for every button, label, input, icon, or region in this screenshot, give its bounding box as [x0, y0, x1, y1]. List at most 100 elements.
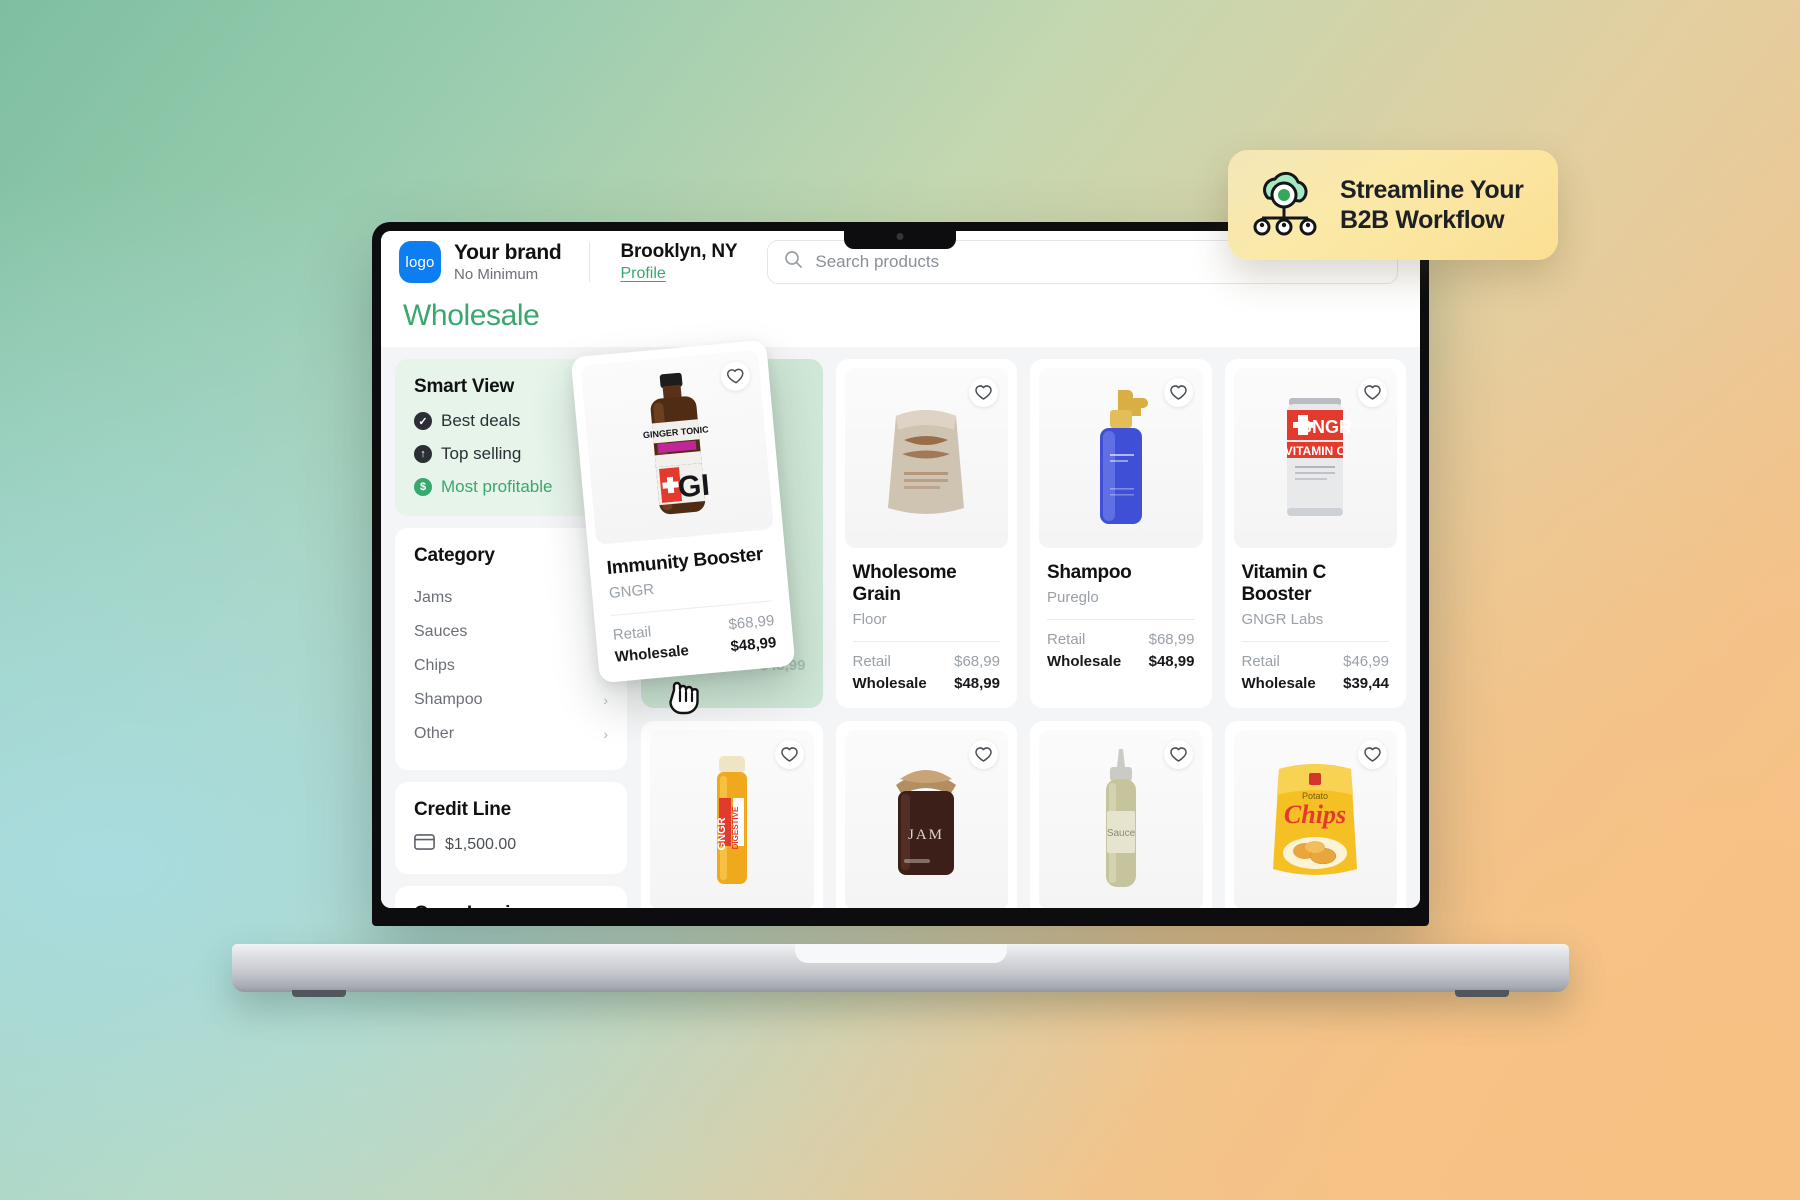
svg-text:Sauce: Sauce — [1107, 828, 1136, 839]
floating-promo-badge: Streamline Your B2B Workflow — [1228, 150, 1558, 260]
product-name: Vitamin C Booster — [1241, 562, 1327, 605]
svg-text:GNGR: GNGR — [716, 817, 728, 850]
location-name: Brooklyn, NY — [620, 241, 738, 262]
wholesale-label: Wholesale — [614, 642, 690, 666]
dragged-product-card[interactable]: GINGER TONIC GI Immunity Booster GNGR Re… — [570, 339, 796, 684]
brand-logo: logo — [399, 241, 441, 283]
heart-icon[interactable] — [969, 740, 998, 769]
page-title: Wholesale — [403, 299, 540, 332]
retail-label: Retail — [852, 653, 891, 670]
heart-icon[interactable] — [1163, 740, 1193, 769]
product-brand: GNGR Labs — [1241, 611, 1324, 628]
check-badge-icon: ✓ — [414, 412, 432, 430]
credit-line-title: Credit Line — [414, 799, 512, 820]
category-label: Chips — [414, 657, 455, 674]
smart-item-label: Top selling — [441, 444, 522, 463]
smart-item-most-profitable[interactable]: $ Most profitable — [414, 477, 608, 497]
cloud-network-icon — [1250, 168, 1322, 243]
app-window: logo Your brand No Minimum Brooklyn, NY … — [381, 231, 1420, 908]
wholesale-value: $48,99 — [1148, 653, 1195, 670]
credit-line-row: $1,500.00 — [414, 834, 608, 855]
product-image: Sauce — [1039, 730, 1203, 908]
retail-label: Retail — [1241, 653, 1280, 670]
svg-text:GNGR: GNGR — [1298, 417, 1352, 437]
brand-name: Your brand — [454, 241, 562, 264]
category-item-jams[interactable]: Jams › — [414, 581, 608, 615]
smart-item-label: Most profitable — [441, 477, 553, 496]
heart-icon[interactable] — [969, 378, 998, 407]
svg-text:JAM: JAM — [908, 827, 944, 843]
category-label: Shampoo — [414, 691, 483, 708]
product-image: Potato Chips — [1233, 730, 1397, 908]
category-list: Jams › Sauces › Chips › — [414, 581, 608, 751]
category-label: Other — [414, 725, 455, 742]
arrow-up-badge-icon: ↑ — [414, 445, 432, 463]
retail-value: $68,99 — [1148, 631, 1195, 648]
retail-value: $46,99 — [1343, 653, 1389, 670]
product-info: Wholesome Grain Floor Retail $68,99 Whole… — [845, 548, 1009, 708]
heart-icon[interactable] — [1163, 378, 1193, 407]
category-label: Sauces — [414, 623, 468, 640]
category-item-shampoo[interactable]: Shampoo › — [414, 683, 608, 717]
scene: logo Your brand No Minimum Brooklyn, NY … — [0, 0, 1800, 1200]
product-card-sauce[interactable]: Sauce — [1030, 721, 1212, 908]
brand-subtitle: No Minimum — [454, 266, 539, 283]
product-card-jam[interactable]: JAM — [835, 721, 1017, 908]
app-body: Smart View ✓ Best deals ↑ Top selling $ … — [381, 347, 1420, 908]
camera-icon — [896, 233, 904, 240]
retail-value: $68,99 — [954, 653, 1000, 670]
svg-text:Chips: Chips — [1284, 800, 1346, 829]
product-card-vitamin-c-booster[interactable]: GNGR VITAMIN C Vitamin C Booster GNGR La… — [1224, 359, 1406, 708]
base-notch — [794, 944, 1007, 963]
location-block: Brooklyn, NY Profile — [590, 241, 767, 283]
category-item-chips[interactable]: Chips › — [414, 649, 608, 683]
retail-label: Retail — [1047, 631, 1086, 648]
search-placeholder: Search products — [815, 252, 940, 271]
dollar-badge-icon: $ — [414, 478, 432, 496]
grabbing-hand-cursor — [666, 674, 706, 721]
profile-link[interactable]: Profile — [620, 265, 665, 283]
product-image — [1039, 368, 1203, 548]
chevron-right-icon: › — [603, 726, 608, 742]
product-card-shampoo[interactable]: Shampoo Pureglo Retail $68,99 Wholesale $4… — [1030, 359, 1212, 708]
credit-line-value: $1,500.00 — [445, 835, 517, 853]
page-header: Wholesale — [381, 293, 1420, 347]
laptop-notch — [844, 222, 956, 249]
product-card-digestive-aid[interactable]: GNGR DIGESTIVE — [641, 721, 823, 908]
product-image: GINGER TONIC GI — [580, 349, 774, 545]
promo-line-1: Streamline Your — [1340, 175, 1524, 204]
category-label: Jams — [414, 589, 453, 606]
product-info: Immunity Booster GNGR Retail $68,99 Whole… — [597, 529, 787, 683]
open-invoices-title: Open Invoices — [414, 903, 608, 908]
heart-icon[interactable] — [1358, 378, 1387, 407]
chevron-right-icon: › — [603, 692, 608, 708]
product-name: Wholesome Grain — [852, 562, 957, 605]
laptop-base — [232, 944, 1569, 997]
wholesale-label: Wholesale — [1241, 675, 1316, 692]
product-image — [844, 368, 1008, 548]
product-image: JAM — [844, 730, 1008, 908]
laptop-screen: logo Your brand No Minimum Brooklyn, NY … — [381, 231, 1420, 908]
product-card-wholesome-grain[interactable]: Wholesome Grain Floor Retail $68,99 Whole… — [835, 359, 1017, 708]
credit-card-icon — [414, 834, 435, 855]
product-brand: Pureglo — [1047, 589, 1099, 606]
promo-line-2: B2B Workflow — [1340, 206, 1505, 234]
category-item-sauces[interactable]: Sauces › — [414, 615, 608, 649]
heart-icon[interactable] — [774, 740, 804, 769]
category-item-other[interactable]: Other › — [414, 717, 608, 751]
svg-text:DIGESTIVE: DIGESTIVE — [731, 806, 740, 849]
product-image: GNGR VITAMIN C — [1233, 368, 1397, 548]
product-card-chips[interactable]: Potato Chips — [1224, 721, 1406, 908]
laptop-lid: logo Your brand No Minimum Brooklyn, NY … — [372, 222, 1429, 926]
retail-value: $68,99 — [727, 612, 776, 634]
retail-label: Retail — [612, 623, 652, 644]
category-title: Category — [414, 545, 495, 566]
search-icon — [784, 250, 803, 274]
wholesale-label: Wholesale — [1047, 653, 1122, 670]
wholesale-label: Wholesale — [852, 675, 927, 692]
svg-text:GI: GI — [677, 469, 712, 505]
svg-text:VITAMIN C: VITAMIN C — [1285, 444, 1346, 458]
open-invoices-panel: Open Invoices $1,365.65 — [395, 886, 627, 908]
heart-icon[interactable] — [1358, 740, 1387, 769]
laptop-foot-right — [1455, 990, 1509, 997]
